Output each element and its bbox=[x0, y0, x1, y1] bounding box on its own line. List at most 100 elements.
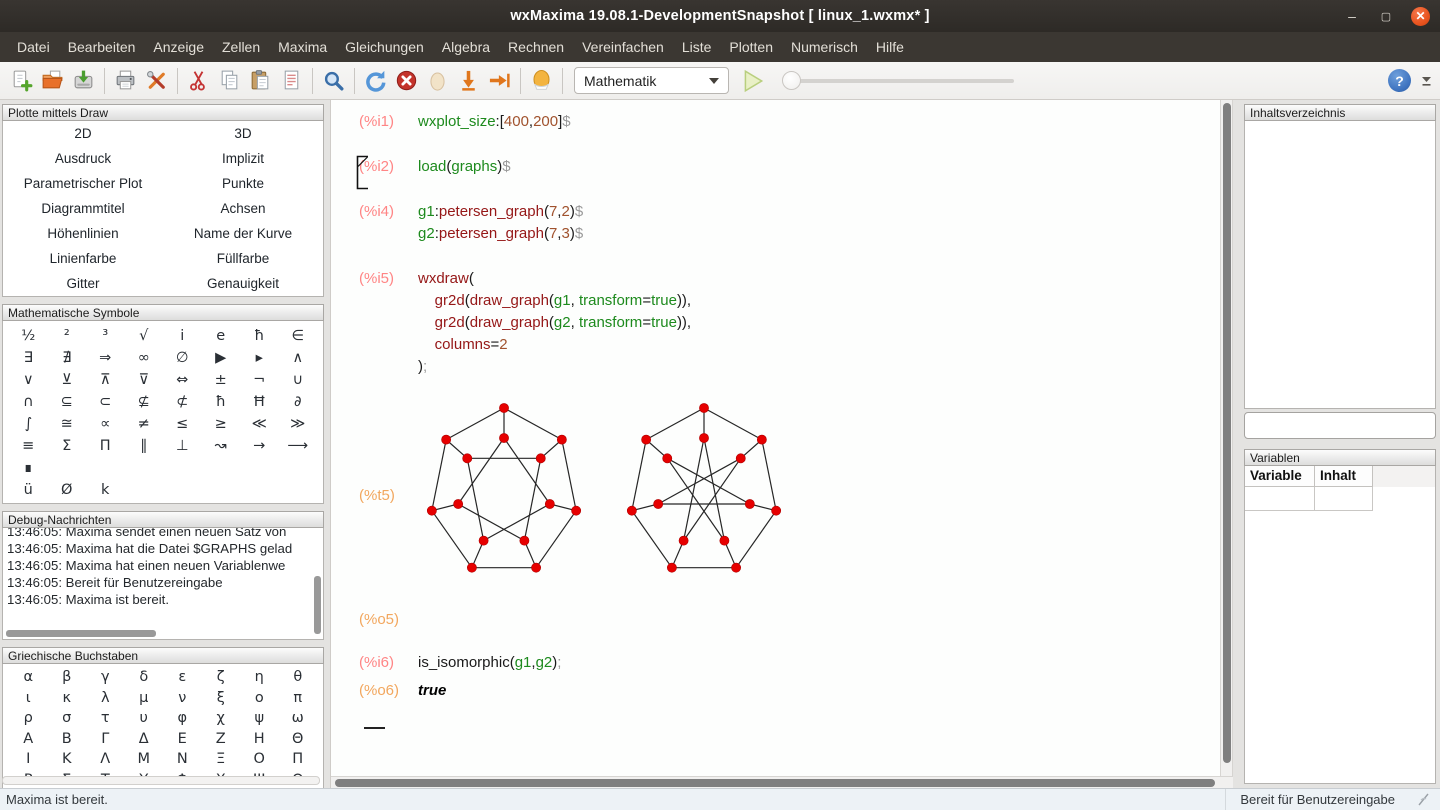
draw-button-genauigkeit[interactable]: Genauigkeit bbox=[163, 273, 323, 294]
worksheet-vscroll-thumb[interactable] bbox=[1223, 103, 1231, 763]
draw-button-punkte[interactable]: Punkte bbox=[163, 173, 323, 194]
greek-letter-button[interactable]: φ bbox=[163, 708, 202, 729]
math-symbol-button[interactable]: ⊄ bbox=[163, 391, 202, 413]
greek-letter-button[interactable]: Π bbox=[279, 749, 318, 770]
math-symbol-button[interactable]: ≡ bbox=[9, 435, 48, 457]
math-symbol-button[interactable]: e bbox=[202, 325, 241, 347]
worksheet-cell[interactable]: (%o6)true bbox=[347, 682, 1219, 704]
greek-letter-button[interactable]: ξ bbox=[202, 688, 241, 709]
math-symbol-button[interactable]: k bbox=[86, 479, 125, 501]
menu-zellen[interactable]: Zellen bbox=[213, 35, 269, 59]
menu-gleichungen[interactable]: Gleichungen bbox=[336, 35, 433, 59]
math-symbol-button[interactable]: ∎ bbox=[9, 457, 48, 479]
menu-rechnen[interactable]: Rechnen bbox=[499, 35, 573, 59]
greek-letter-button[interactable]: β bbox=[48, 667, 87, 688]
variables-empty-row[interactable] bbox=[1245, 487, 1435, 511]
math-symbol-button[interactable]: ≠ bbox=[125, 413, 164, 435]
math-symbol-button[interactable]: ∥ bbox=[125, 435, 164, 457]
cell-code[interactable]: is_isomorphic(g1,g2); bbox=[418, 654, 561, 676]
greek-letter-button[interactable]: Ο bbox=[240, 749, 279, 770]
save-button[interactable] bbox=[68, 65, 99, 96]
greek-letter-button[interactable]: ζ bbox=[202, 667, 241, 688]
copy-button[interactable] bbox=[214, 65, 245, 96]
draw-button-diagrammtitel[interactable]: Diagrammtitel bbox=[3, 198, 163, 219]
math-symbol-button[interactable]: ↝ bbox=[202, 435, 241, 457]
math-symbol-button[interactable]: √ bbox=[125, 325, 164, 347]
math-symbol-button[interactable]: ⊼ bbox=[86, 369, 125, 391]
math-symbol-button[interactable]: ∈ bbox=[279, 325, 318, 347]
cell-code[interactable]: wxplot_size:[400,200]$ bbox=[418, 113, 571, 135]
math-symbol-button[interactable]: Σ bbox=[48, 435, 87, 457]
math-symbol-button[interactable]: ≫ bbox=[279, 413, 318, 435]
greek-letter-button[interactable]: τ bbox=[86, 708, 125, 729]
math-symbol-button[interactable]: ≥ bbox=[202, 413, 241, 435]
draw-button-achsen[interactable]: Achsen bbox=[163, 198, 323, 219]
configure-button[interactable] bbox=[141, 65, 172, 96]
math-symbol-button[interactable]: Ħ bbox=[240, 391, 279, 413]
greek-letter-button[interactable]: Ν bbox=[163, 749, 202, 770]
math-symbol-button[interactable]: ½ bbox=[9, 325, 48, 347]
select-all-button[interactable] bbox=[276, 65, 307, 96]
greek-letter-button[interactable]: ψ bbox=[240, 708, 279, 729]
minimize-button[interactable]: – bbox=[1343, 7, 1361, 25]
math-symbol-button[interactable]: ∃ bbox=[9, 347, 48, 369]
help-button[interactable]: ? bbox=[1388, 69, 1411, 92]
worksheet-hscroll[interactable] bbox=[331, 776, 1233, 788]
toolbar-overflow-icon[interactable] bbox=[1421, 74, 1432, 88]
maximize-button[interactable]: ▢ bbox=[1377, 7, 1395, 25]
math-symbol-button[interactable]: ⊂ bbox=[86, 391, 125, 413]
greek-letter-button[interactable]: ε bbox=[163, 667, 202, 688]
find-button[interactable] bbox=[318, 65, 349, 96]
menu-hilfe[interactable]: Hilfe bbox=[867, 35, 913, 59]
greek-letter-button[interactable]: χ bbox=[202, 708, 241, 729]
menu-algebra[interactable]: Algebra bbox=[433, 35, 499, 59]
math-symbol-button[interactable]: ⇔ bbox=[163, 369, 202, 391]
math-symbol-button[interactable]: ⟶ bbox=[279, 435, 318, 457]
wxmaxima-logo-button[interactable] bbox=[526, 65, 557, 96]
math-symbol-button[interactable]: ħ bbox=[202, 391, 241, 413]
math-symbol-button[interactable]: ∧ bbox=[279, 347, 318, 369]
cell-bracket[interactable] bbox=[356, 155, 370, 195]
greek-letter-button[interactable]: ρ bbox=[9, 708, 48, 729]
animation-slider[interactable] bbox=[782, 67, 1014, 94]
greek-letter-button[interactable]: υ bbox=[125, 708, 164, 729]
math-symbol-button[interactable]: ∝ bbox=[86, 413, 125, 435]
math-symbol-button[interactable]: ⇒ bbox=[86, 347, 125, 369]
greek-letter-button[interactable]: κ bbox=[48, 688, 87, 709]
math-symbol-button[interactable]: ħ bbox=[240, 325, 279, 347]
math-symbol-button[interactable]: ∂ bbox=[279, 391, 318, 413]
worksheet-image-cell[interactable]: (%t5) bbox=[347, 403, 1219, 588]
greek-letter-button[interactable]: δ bbox=[125, 667, 164, 688]
draw-button-f-llfarbe[interactable]: Füllfarbe bbox=[163, 248, 323, 269]
debug-vscroll-thumb[interactable] bbox=[314, 576, 321, 634]
greek-letter-button[interactable]: Β bbox=[48, 729, 87, 750]
greek-letter-button[interactable]: Δ bbox=[125, 729, 164, 750]
worksheet[interactable]: (%i1)wxplot_size:[400,200]$(%i2)load(gra… bbox=[331, 100, 1219, 776]
left-sidebar-hscroll[interactable] bbox=[2, 776, 320, 785]
greek-letter-button[interactable]: Ε bbox=[163, 729, 202, 750]
draw-button-ausdruck[interactable]: Ausdruck bbox=[3, 148, 163, 169]
math-symbol-button[interactable]: ¬ bbox=[240, 369, 279, 391]
greek-letter-button[interactable]: ν bbox=[163, 688, 202, 709]
worksheet-cursor[interactable] bbox=[364, 727, 385, 729]
eval-to-point-button[interactable] bbox=[453, 65, 484, 96]
greek-letter-button[interactable]: Μ bbox=[125, 749, 164, 770]
math-symbol-button[interactable]: ▶ bbox=[202, 347, 241, 369]
greek-letter-button[interactable]: Α bbox=[9, 729, 48, 750]
greek-letter-button[interactable]: Η bbox=[240, 729, 279, 750]
eval-rest-button[interactable] bbox=[484, 65, 515, 96]
math-symbol-button[interactable]: Ø bbox=[48, 479, 87, 501]
math-symbol-button[interactable]: ∪ bbox=[279, 369, 318, 391]
greek-letter-button[interactable]: λ bbox=[86, 688, 125, 709]
toc-list[interactable] bbox=[1244, 121, 1436, 409]
toc-filter-input[interactable] bbox=[1244, 412, 1436, 439]
greek-letter-button[interactable]: ι bbox=[9, 688, 48, 709]
worksheet-cell[interactable]: (%i5)wxdraw( gr2d(draw_graph(g1, transfo… bbox=[347, 270, 1219, 380]
draw-button-name-der-kurve[interactable]: Name der Kurve bbox=[163, 223, 323, 244]
menu-anzeige[interactable]: Anzeige bbox=[144, 35, 213, 59]
greek-letter-button[interactable]: γ bbox=[86, 667, 125, 688]
menu-plotten[interactable]: Plotten bbox=[720, 35, 782, 59]
menu-liste[interactable]: Liste bbox=[673, 35, 721, 59]
greek-letter-button[interactable]: Κ bbox=[48, 749, 87, 770]
math-symbol-button[interactable]: ⊥ bbox=[163, 435, 202, 457]
